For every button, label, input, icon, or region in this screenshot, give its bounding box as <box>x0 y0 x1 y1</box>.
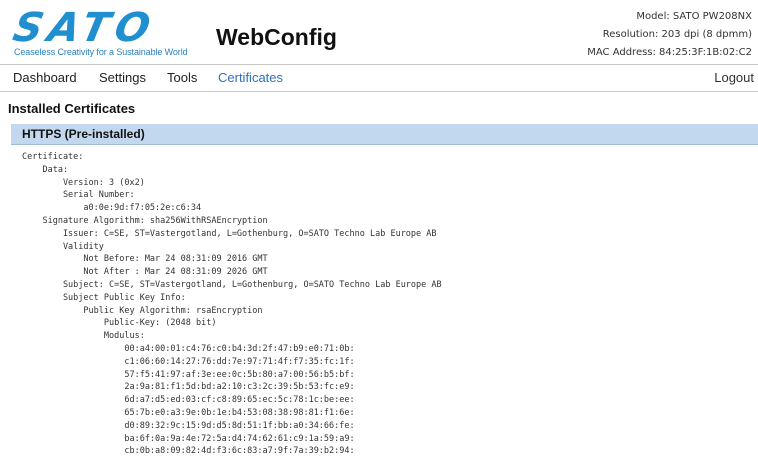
nav-settings[interactable]: Settings <box>99 70 146 85</box>
app-title: WebConfig <box>216 24 337 50</box>
device-model: Model: SATO PW208NX <box>636 11 752 22</box>
main-nav: Dashboard Settings Tools Certificates Lo… <box>0 64 758 92</box>
device-resolution: Resolution: 203 dpi (8 dpmm) <box>602 29 752 40</box>
nav-dashboard[interactable]: Dashboard <box>13 70 77 85</box>
logout-link[interactable]: Logout <box>714 70 754 85</box>
page-header: SATO Ceaseless Creativity for a Sustaina… <box>0 0 758 64</box>
cert-group-header: HTTPS (Pre-installed) <box>11 124 758 145</box>
certificate-text: Certificate: Data: Version: 3 (0x2) Seri… <box>22 152 442 457</box>
device-info: Model: SATO PW208NX Resolution: 203 dpi … <box>587 8 752 62</box>
logo-wordmark: SATO <box>9 5 161 51</box>
nav-certificates[interactable]: Certificates <box>218 70 283 85</box>
page-title: Installed Certificates <box>8 101 136 116</box>
device-mac-address: MAC Address: 84:25:3F:1B:02:C2 <box>587 47 752 58</box>
nav-tools[interactable]: Tools <box>167 70 197 85</box>
sato-logo: SATO Ceaseless Creativity for a Sustaina… <box>9 5 204 57</box>
